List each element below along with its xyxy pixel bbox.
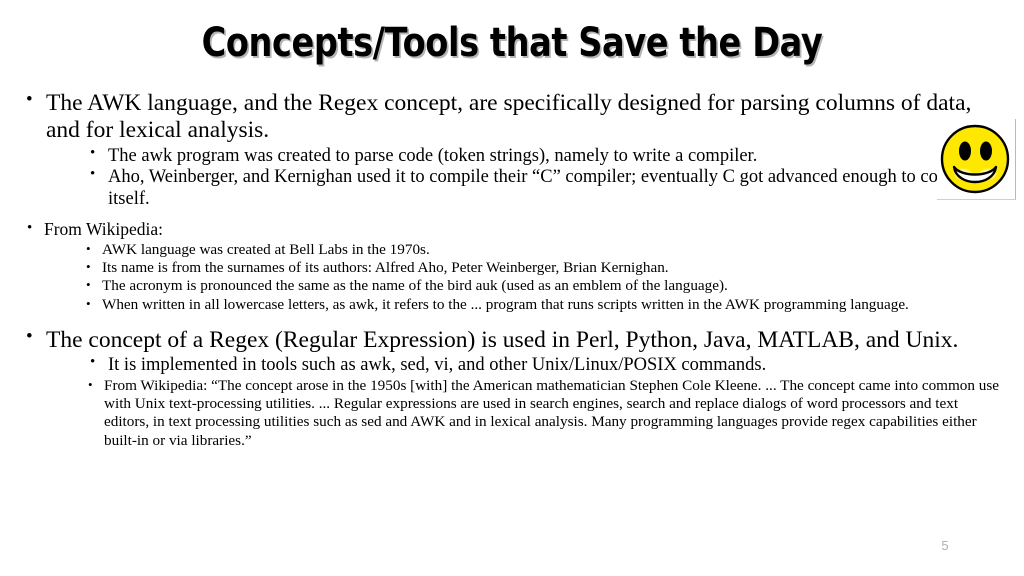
- sub-bullet-implemented-tools: It is implemented in tools such as awk, …: [82, 354, 1004, 377]
- smiley-icon: [940, 124, 1010, 194]
- bullet-list-level1: The AWK language, and the Regex concept,…: [20, 89, 1004, 450]
- sub-bullet-lowercase-awk: When written in all lowercase letters, a…: [78, 296, 1004, 314]
- page-number: 5: [941, 538, 949, 553]
- sub-bullet-wikipedia-quote: From Wikipedia: “The concept arose in th…: [80, 377, 1004, 450]
- bullet-text: The concept of a Regex (Regular Expressi…: [46, 326, 959, 353]
- bullet-text: The AWK language, and the Regex concept,…: [46, 90, 972, 144]
- bullet-from-wikipedia: From Wikipedia: AWK language was created…: [20, 219, 1004, 314]
- sub-bullet-surnames: Its name is from the surnames of its aut…: [78, 259, 1004, 277]
- sub-bullet-list-3: It is implemented in tools such as awk, …: [46, 354, 1004, 450]
- smiley-face-image: [937, 119, 1016, 200]
- bullet-text: From Wikipedia:: [44, 218, 164, 239]
- slide-body: The AWK language, and the Regex concept,…: [20, 89, 1004, 451]
- sub-bullet-list-1: The awk program was created to parse cod…: [46, 145, 1004, 211]
- smiley-eye-left: [959, 141, 971, 161]
- sub-bullet-bell-labs: AWK language was created at Bell Labs in…: [78, 241, 1004, 259]
- page-title: Concepts/Tools that Save the Day: [201, 20, 823, 66]
- smiley-eye-right: [980, 141, 992, 161]
- sub-bullet-aho-weinberger: Aho, Weinberger, and Kernighan used it t…: [82, 166, 1004, 211]
- bullet-awk-regex: The AWK language, and the Regex concept,…: [20, 89, 1004, 211]
- sub-bullet-awk-compiler: The awk program was created to parse cod…: [82, 145, 1004, 168]
- slide: Concepts/Tools that Save the Day The AWK…: [0, 0, 1024, 576]
- sub-bullet-list-2: AWK language was created at Bell Labs in…: [44, 241, 1004, 314]
- sub-bullet-acronym-auk: The acronym is pronounced the same as th…: [78, 277, 1004, 295]
- bullet-regex-concept: The concept of a Regex (Regular Expressi…: [20, 326, 1004, 450]
